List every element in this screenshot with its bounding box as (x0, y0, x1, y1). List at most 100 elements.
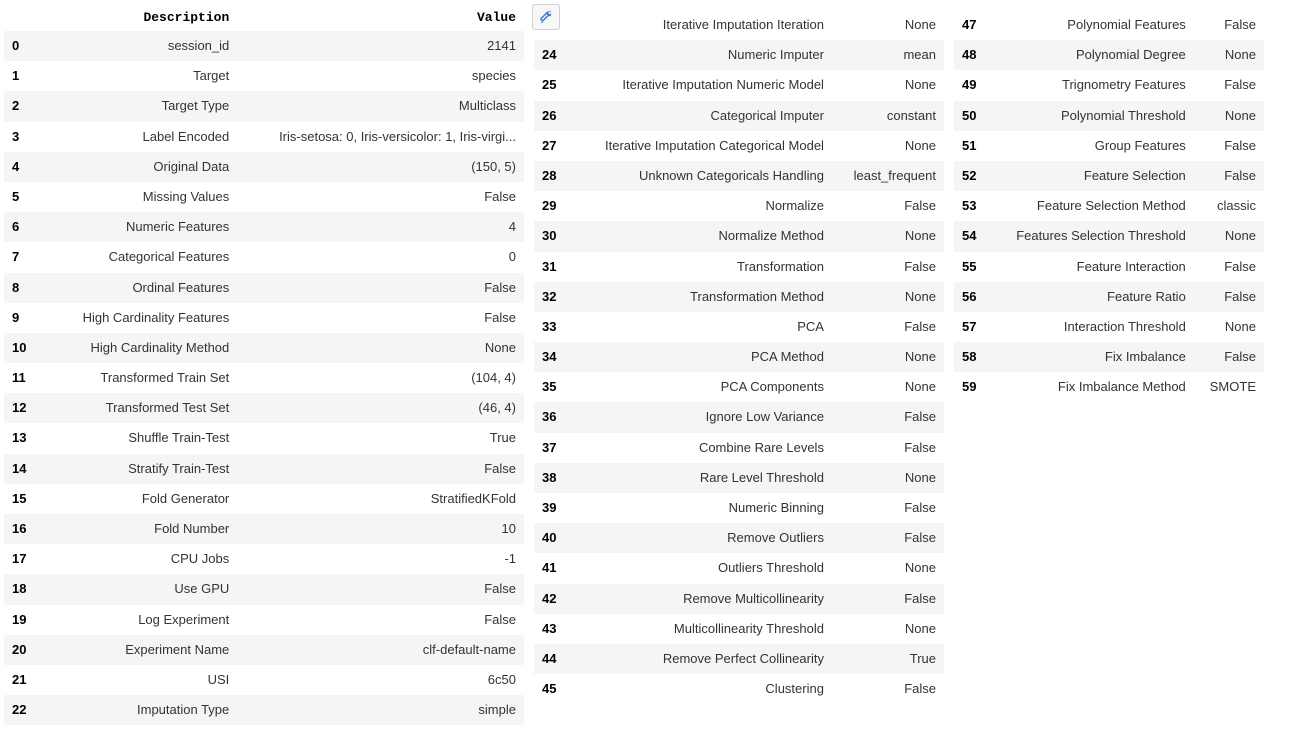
row-value: 2141 (237, 31, 524, 61)
table-row: 28Unknown Categoricals Handlingleast_fre… (534, 161, 944, 191)
row-value: False (237, 273, 524, 303)
table-row: 42Remove MulticollinearityFalse (534, 584, 944, 614)
row-index: 39 (534, 493, 564, 523)
row-value: None (832, 372, 944, 402)
row-index: 43 (534, 614, 564, 644)
row-description: Feature Interaction (984, 252, 1193, 282)
row-description: Imputation Type (34, 695, 237, 725)
row-index: 38 (534, 463, 564, 493)
row-value: Multiclass (237, 91, 524, 121)
row-index: 7 (4, 242, 34, 272)
row-value: False (1194, 282, 1264, 312)
table-row: 35PCA ComponentsNone (534, 372, 944, 402)
row-index: 52 (954, 161, 984, 191)
table-row: 31TransformationFalse (534, 252, 944, 282)
table-row: 57Interaction ThresholdNone (954, 312, 1264, 342)
row-value: False (237, 574, 524, 604)
row-description: Numeric Features (34, 212, 237, 242)
row-description: PCA Components (564, 372, 831, 402)
row-index: 8 (4, 273, 34, 303)
row-index: 50 (954, 101, 984, 131)
row-value: False (832, 523, 944, 553)
row-value: None (832, 614, 944, 644)
row-description: Normalize (564, 191, 831, 221)
table-row: 43Multicollinearity ThresholdNone (534, 614, 944, 644)
row-description: Group Features (984, 131, 1193, 161)
row-index: 44 (534, 644, 564, 674)
table-row: 45ClusteringFalse (534, 674, 944, 704)
row-index: 41 (534, 553, 564, 583)
table-row: 14Stratify Train-TestFalse (4, 454, 524, 484)
row-description: Ordinal Features (34, 273, 237, 303)
table-row: 49Trignometry FeaturesFalse (954, 70, 1264, 100)
row-value: constant (832, 101, 944, 131)
row-description: Experiment Name (34, 635, 237, 665)
row-description: Fix Imbalance Method (984, 372, 1193, 402)
row-index: 42 (534, 584, 564, 614)
row-value: species (237, 61, 524, 91)
row-description: Numeric Imputer (564, 40, 831, 70)
row-value: None (832, 463, 944, 493)
row-index: 51 (954, 131, 984, 161)
table-row: 2Target TypeMulticlass (4, 91, 524, 121)
row-description: Stratify Train-Test (34, 454, 237, 484)
table-row: 19Log ExperimentFalse (4, 605, 524, 635)
table-row: 29NormalizeFalse (534, 191, 944, 221)
row-description: Unknown Categoricals Handling (564, 161, 831, 191)
table-row: 6Numeric Features4 (4, 212, 524, 242)
table-row: 41Outliers ThresholdNone (534, 553, 944, 583)
row-index: 58 (954, 342, 984, 372)
index-header (4, 4, 34, 31)
table-row: 4Original Data(150, 5) (4, 152, 524, 182)
row-description: Ignore Low Variance (564, 402, 831, 432)
table-row: 16Fold Number10 (4, 514, 524, 544)
row-description: Normalize Method (564, 221, 831, 251)
row-value: False (832, 312, 944, 342)
row-index: 27 (534, 131, 564, 161)
row-value: (46, 4) (237, 393, 524, 423)
row-index: 48 (954, 40, 984, 70)
row-value: None (832, 553, 944, 583)
row-value: False (237, 182, 524, 212)
table-row: 7Categorical Features0 (4, 242, 524, 272)
table-row: 17CPU Jobs-1 (4, 544, 524, 574)
row-index: 55 (954, 252, 984, 282)
row-description: Categorical Features (34, 242, 237, 272)
row-index: 9 (4, 303, 34, 333)
row-index: 15 (4, 484, 34, 514)
magic-wand-button[interactable] (532, 4, 560, 30)
table-row: 15Fold GeneratorStratifiedKFold (4, 484, 524, 514)
table-row: 56Feature RatioFalse (954, 282, 1264, 312)
row-description: Transformation (564, 252, 831, 282)
row-description: Remove Multicollinearity (564, 584, 831, 614)
table-row: 8Ordinal FeaturesFalse (4, 273, 524, 303)
row-description: Target Type (34, 91, 237, 121)
table-row: 52Feature SelectionFalse (954, 161, 1264, 191)
row-description: Categorical Imputer (564, 101, 831, 131)
setup-table-column-1: Description Value 0session_id21411Target… (4, 4, 524, 725)
row-index: 10 (4, 333, 34, 363)
row-description: Polynomial Features (984, 10, 1193, 40)
row-index: 17 (4, 544, 34, 574)
row-index: 37 (534, 433, 564, 463)
table-row: 27Iterative Imputation Categorical Model… (534, 131, 944, 161)
setup-table-part-1: Description Value 0session_id21411Target… (4, 4, 524, 725)
row-description: Trignometry Features (984, 70, 1193, 100)
table-row: 47Polynomial FeaturesFalse (954, 10, 1264, 40)
table-row: 36Ignore Low VarianceFalse (534, 402, 944, 432)
table-row: 24Numeric Imputermean (534, 40, 944, 70)
row-description: Iterative Imputation Numeric Model (564, 70, 831, 100)
table-row: 18Use GPUFalse (4, 574, 524, 604)
row-index: 54 (954, 221, 984, 251)
row-index: 45 (534, 674, 564, 704)
row-value: False (1194, 252, 1264, 282)
row-value: None (832, 221, 944, 251)
table-row: 23Iterative Imputation IterationNone (534, 10, 944, 40)
row-index: 33 (534, 312, 564, 342)
row-index: 11 (4, 363, 34, 393)
row-description: Transformed Test Set (34, 393, 237, 423)
row-value: None (1194, 40, 1264, 70)
row-index: 32 (534, 282, 564, 312)
setup-table-part-2: 23Iterative Imputation IterationNone24Nu… (534, 10, 944, 704)
table-row: 30Normalize MethodNone (534, 221, 944, 251)
